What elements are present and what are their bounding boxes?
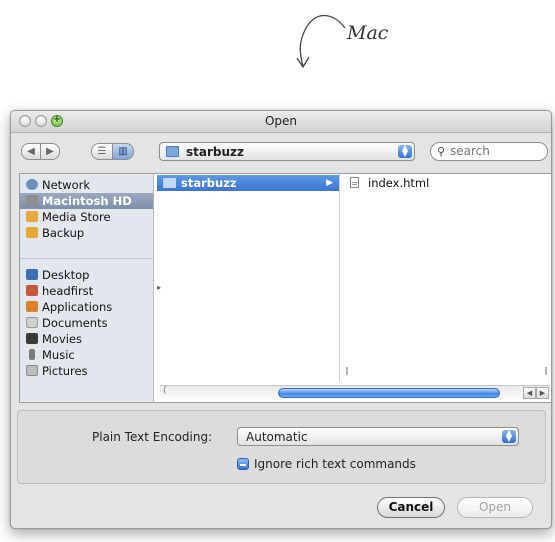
options-pane: Plain Text Encoding: Automatic ▲ ▼ Ignore… xyxy=(17,410,546,484)
drive-icon xyxy=(26,227,38,238)
sidebar-item-label: Desktop xyxy=(42,268,90,282)
sidebar-item-documents[interactable]: Documents xyxy=(20,315,153,331)
search-field[interactable]: ⚲ xyxy=(430,142,548,161)
ignore-rich-text-label[interactable]: Ignore rich text commands xyxy=(254,457,416,471)
encoding-value: Automatic xyxy=(246,430,308,444)
html-document-icon xyxy=(350,177,359,188)
forward-button[interactable]: ▶ xyxy=(40,143,60,160)
column-view-button[interactable]: ▥ xyxy=(112,143,134,160)
sidebar-item-headfirst[interactable]: headfirst xyxy=(20,283,153,299)
movies-icon xyxy=(26,333,38,344)
sidebar-item-label: headfirst xyxy=(42,284,94,298)
sidebar-item-music[interactable]: Music xyxy=(20,347,153,363)
sidebar-item-label: Music xyxy=(42,348,75,362)
sidebar-item-movies[interactable]: Movies xyxy=(20,331,153,347)
file-row-index-html[interactable]: index.html xyxy=(340,175,540,191)
sidebar-item-backup[interactable]: Backup xyxy=(20,225,153,241)
sidebar-item-desktop[interactable]: Desktop xyxy=(20,267,153,283)
file-name: index.html xyxy=(368,176,430,190)
sidebar-item-macintosh-hd[interactable]: Macintosh HD xyxy=(20,193,153,209)
scroll-track-end: ( xyxy=(163,386,167,396)
folder-name: starbuzz xyxy=(181,176,237,190)
open-button[interactable]: Open xyxy=(457,497,533,518)
sidebar-item-label: Documents xyxy=(42,316,108,330)
scroll-right-button[interactable]: ▶ xyxy=(536,387,549,399)
hard-drive-icon xyxy=(26,195,38,206)
back-button[interactable]: ◀ xyxy=(21,143,41,160)
popup-arrows-icon: ▲ ▼ xyxy=(398,144,412,158)
globe-icon xyxy=(26,179,38,190)
home-icon xyxy=(26,285,38,296)
pictures-icon xyxy=(26,365,38,376)
title-bar: + Open xyxy=(11,111,551,133)
annotation-label: Mac xyxy=(347,22,389,44)
sidebar-divider xyxy=(20,258,153,259)
sidebar-item-label: Macintosh HD xyxy=(42,194,132,208)
sidebar-item-label: Pictures xyxy=(42,364,88,378)
drive-icon xyxy=(26,211,38,222)
browser-column-1: starbuzz ▶ xyxy=(157,174,340,382)
applications-icon xyxy=(26,301,38,312)
scroll-left-button[interactable]: ◀ xyxy=(523,387,536,399)
cancel-button[interactable]: Cancel xyxy=(377,497,445,518)
ignore-rich-text-checkbox[interactable] xyxy=(237,458,249,470)
encoding-label: Plain Text Encoding: xyxy=(92,430,213,444)
encoding-popup[interactable]: Automatic ▲ ▼ xyxy=(237,427,519,446)
list-view-button[interactable]: ☰ xyxy=(91,143,113,160)
column-resize-handle[interactable]: ∥ xyxy=(345,366,349,375)
documents-icon xyxy=(26,317,38,328)
sidebar-item-label: Applications xyxy=(42,300,113,314)
search-input[interactable] xyxy=(450,144,540,158)
sidebar-item-label: Network xyxy=(42,178,91,192)
sidebar-item-network[interactable]: Network xyxy=(20,177,153,193)
sidebar-item-pictures[interactable]: Pictures xyxy=(20,363,153,379)
sidebar: Network Macintosh HD Media Store Backup … xyxy=(20,174,154,402)
sidebar-item-media-store[interactable]: Media Store xyxy=(20,209,153,225)
sidebar-item-label: Media Store xyxy=(42,210,111,224)
music-icon xyxy=(29,349,35,360)
window-title: Open xyxy=(264,114,298,128)
mac-annotation: Mac xyxy=(285,0,425,80)
column-resize-handle[interactable]: ∥ xyxy=(544,366,548,375)
popup-arrows-icon: ▲ ▼ xyxy=(502,429,516,443)
horizontal-scrollbar[interactable]: ( ◀ ▶ xyxy=(160,385,550,401)
folder-row-starbuzz[interactable]: starbuzz ▶ xyxy=(157,175,339,191)
scroll-thumb[interactable] xyxy=(278,388,500,398)
sidebar-item-label: Movies xyxy=(42,332,83,346)
sidebar-item-applications[interactable]: Applications xyxy=(20,299,153,315)
location-popup[interactable]: starbuzz ▲ ▼ xyxy=(159,142,415,161)
desktop-icon xyxy=(26,269,38,280)
sidebar-item-label: Backup xyxy=(42,226,85,240)
open-dialog: + Open ◀ ▶ ☰ ▥ starbuzz ▲▼ ⚲ Network Mac… xyxy=(10,110,552,529)
location-label: starbuzz xyxy=(186,145,244,159)
browser-column-2: index.html ∥ ∥ xyxy=(340,174,551,382)
folder-icon xyxy=(163,178,176,188)
disclosure-arrow-icon: ▶ xyxy=(326,178,333,188)
folder-icon xyxy=(166,146,179,157)
search-icon: ⚲ xyxy=(437,145,446,158)
file-browser: Network Macintosh HD Media Store Backup … xyxy=(19,173,551,403)
